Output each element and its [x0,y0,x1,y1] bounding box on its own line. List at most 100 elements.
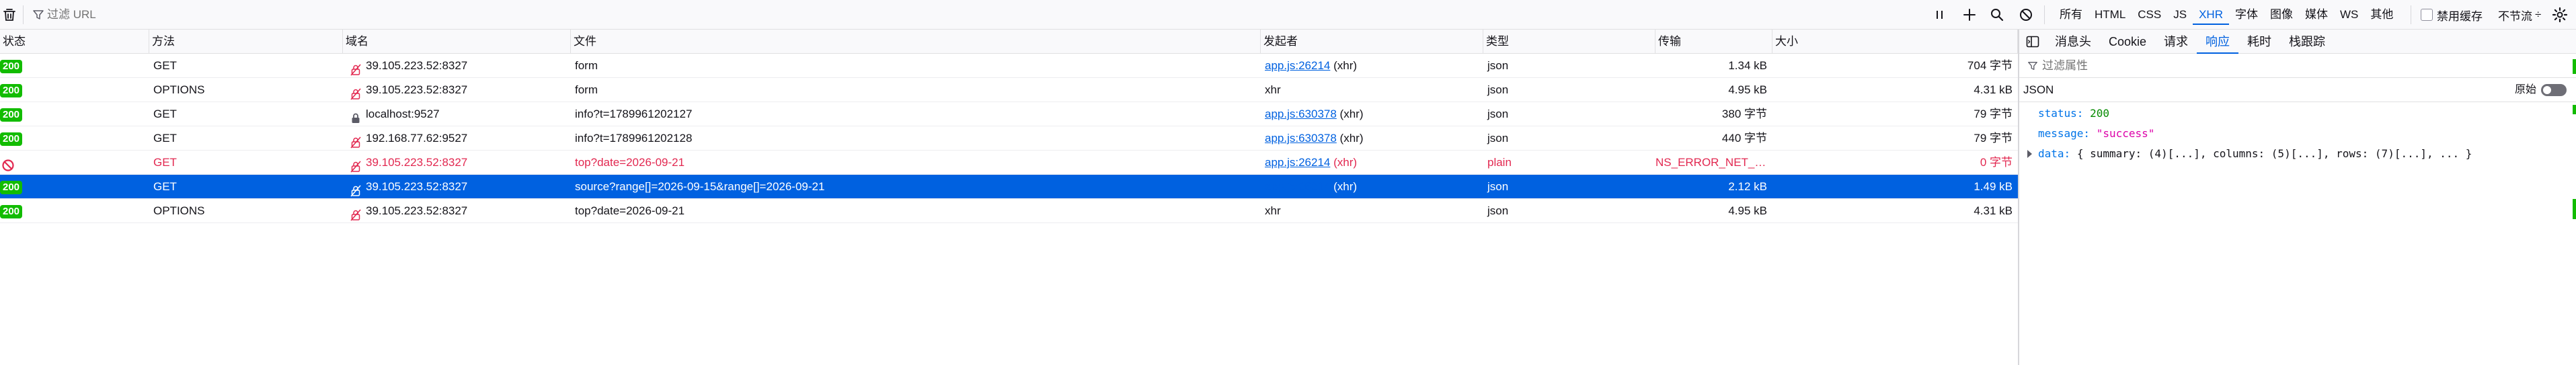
column-header-domain[interactable]: 域名 [343,30,571,54]
expand-arrow-icon[interactable] [2027,150,2032,158]
initiator-link[interactable]: app.js:26214 [1265,180,1330,193]
property-filter-input[interactable] [2042,56,2513,75]
column-header-method[interactable]: 方法 [149,30,343,54]
initiator-link[interactable]: app.js:630378 [1265,132,1337,145]
size-text: 4.31 kB [1974,83,2013,96]
json-row-data[interactable]: data: { summary: (4)[...], columns: (5)[… [2019,144,2576,164]
initiator-cause: (xhr) [1330,59,1358,72]
tab-response[interactable]: 响应 [2197,30,2239,54]
json-title: JSON [2023,83,2054,96]
cell-initiator: app.js:26214 (xhr) [1261,151,1483,175]
cell-transferred: 440 字节 [1655,126,1772,151]
cell-initiator: app.js:26214 (xhr) [1261,175,1483,199]
cell-method: GET [149,126,343,151]
method-text: GET [153,180,177,193]
request-details-panel: 消息头 Cookie 请求 响应 耗时 栈跟踪 JSON 原始 status: … [2019,30,2576,365]
cell-size: 1.49 kB [1772,175,2018,199]
scroll-marker [2573,199,2576,219]
transferred-text: 4.95 kB [1728,83,1767,96]
type-filter-fonts[interactable]: 字体 [2229,5,2264,25]
type-filter-css[interactable]: CSS [2132,5,2167,25]
tab-timings[interactable]: 耗时 [2238,30,2280,54]
disable-cache-checkbox[interactable]: 禁用缓存 [2421,0,2483,30]
table-row[interactable]: 200 OPTIONS 39.105.223.52:8327 top?date=202… [0,199,2018,223]
json-row-status[interactable]: status: 200 [2019,104,2576,124]
type-filter-js[interactable]: JS [2167,5,2193,25]
transferred-text: NS_ERROR_NET_R... [1655,156,1772,169]
transferred-text: 380 字节 [1721,108,1767,120]
insecure-lock-icon [350,133,362,149]
cell-status: 200 [0,175,149,199]
type-filter-ws[interactable]: WS [2334,5,2364,25]
insecure-lock-icon [350,206,362,221]
insecure-lock-icon [350,157,362,173]
cell-status: 200 [0,126,149,151]
scroll-marker [2573,59,2576,74]
initiator-link[interactable]: app.js:26214 [1265,59,1330,72]
tab-cookies[interactable]: Cookie [2100,30,2155,54]
table-row[interactable]: 200 GET 39.105.223.52:8327 form app.js:26214… [0,54,2018,78]
raw-toggle[interactable] [2541,84,2567,96]
trash-icon[interactable] [1,7,17,23]
initiator-cause: (xhr) [1330,180,1358,193]
gear-icon[interactable] [2552,7,2568,23]
raw-toggle-label: 原始 [2515,84,2537,95]
search-icon[interactable] [1990,8,2004,22]
cell-type: json [1483,78,1655,102]
url-filter-input[interactable] [47,5,1916,25]
cell-file: form [571,54,1261,78]
toggle-sidebar-icon[interactable] [2019,30,2046,54]
table-row[interactable]: 200 GET localhost:9527 info?t=1789961202127… [0,102,2018,126]
pause-icon[interactable] [1934,9,1946,21]
table-row[interactable]: 200 GET 39.105.223.52:8327 source?range[]=2… [0,175,2018,199]
type-filter-html[interactable]: HTML [2089,5,2132,25]
type-filter-xhr[interactable]: XHR [2193,5,2229,25]
column-header-status[interactable]: 状态 [0,30,149,54]
json-value: 200 [2090,107,2109,120]
json-tree: status: 200 message: "success" data: { s… [2019,104,2576,164]
type-filter-all[interactable]: 所有 [2054,5,2089,25]
method-text: OPTIONS [153,83,205,96]
type-filter-other[interactable]: 其他 [2364,5,2399,25]
cell-domain: 39.105.223.52:8327 [343,78,571,102]
table-row[interactable]: GET 39.105.223.52:8327 top?date=2026-09-21… [0,151,2018,175]
tab-headers[interactable]: 消息头 [2046,30,2100,54]
json-row-message[interactable]: message: "success" [2019,124,2576,144]
type-text: json [1487,83,1509,96]
type-filter-media[interactable]: 媒体 [2299,5,2334,25]
table-row[interactable]: 200 GET 192.168.77.62:9527 info?t=178996120… [0,126,2018,151]
column-header-transferred[interactable]: 传输 [1655,30,1772,54]
method-text: GET [153,59,177,72]
throttling-select[interactable]: 不节流 ÷ [2498,0,2541,30]
initiator-link[interactable]: app.js:26214 [1265,156,1330,169]
tab-request[interactable]: 请求 [2155,30,2197,54]
network-toolbar: 所有 HTML CSS JS XHR 字体 图像 媒体 WS 其他 禁用缓存 不… [0,0,2576,30]
filter-icon [2027,60,2038,71]
cell-method: GET [149,54,343,78]
column-header-type[interactable]: 类型 [1483,30,1655,54]
type-text: json [1487,180,1509,193]
column-header-initiator[interactable]: 发起者 [1261,30,1483,54]
plus-icon[interactable] [1962,7,1977,22]
column-header-file[interactable]: 文件 [571,30,1261,54]
file-text: top?date=2026-09-21 [575,156,685,169]
scroll-marker [2573,105,2576,114]
initiator-link[interactable]: app.js:630378 [1265,108,1337,120]
cell-file: info?t=1789961202128 [571,126,1261,151]
tab-stack-trace[interactable]: 栈跟踪 [2280,30,2334,54]
toggle-knob [2543,86,2551,94]
table-row[interactable]: 200 OPTIONS 39.105.223.52:8327 form xhr json 4… [0,78,2018,102]
json-key: message: [2038,127,2091,140]
type-text: json [1487,204,1509,217]
checkbox-box[interactable] [2421,9,2433,21]
block-requests-icon[interactable] [2019,8,2033,22]
method-text: GET [153,108,177,120]
initiator-cause: (xhr) [1330,156,1358,169]
cell-domain: localhost:9527 [343,102,571,126]
cell-initiator: app.js:26214 (xhr) [1261,54,1483,78]
column-header-size[interactable]: 大小 [1772,30,2018,54]
type-filter-images[interactable]: 图像 [2264,5,2299,25]
cell-file: form [571,78,1261,102]
json-value: "success" [2096,127,2155,140]
cell-type: json [1483,126,1655,151]
